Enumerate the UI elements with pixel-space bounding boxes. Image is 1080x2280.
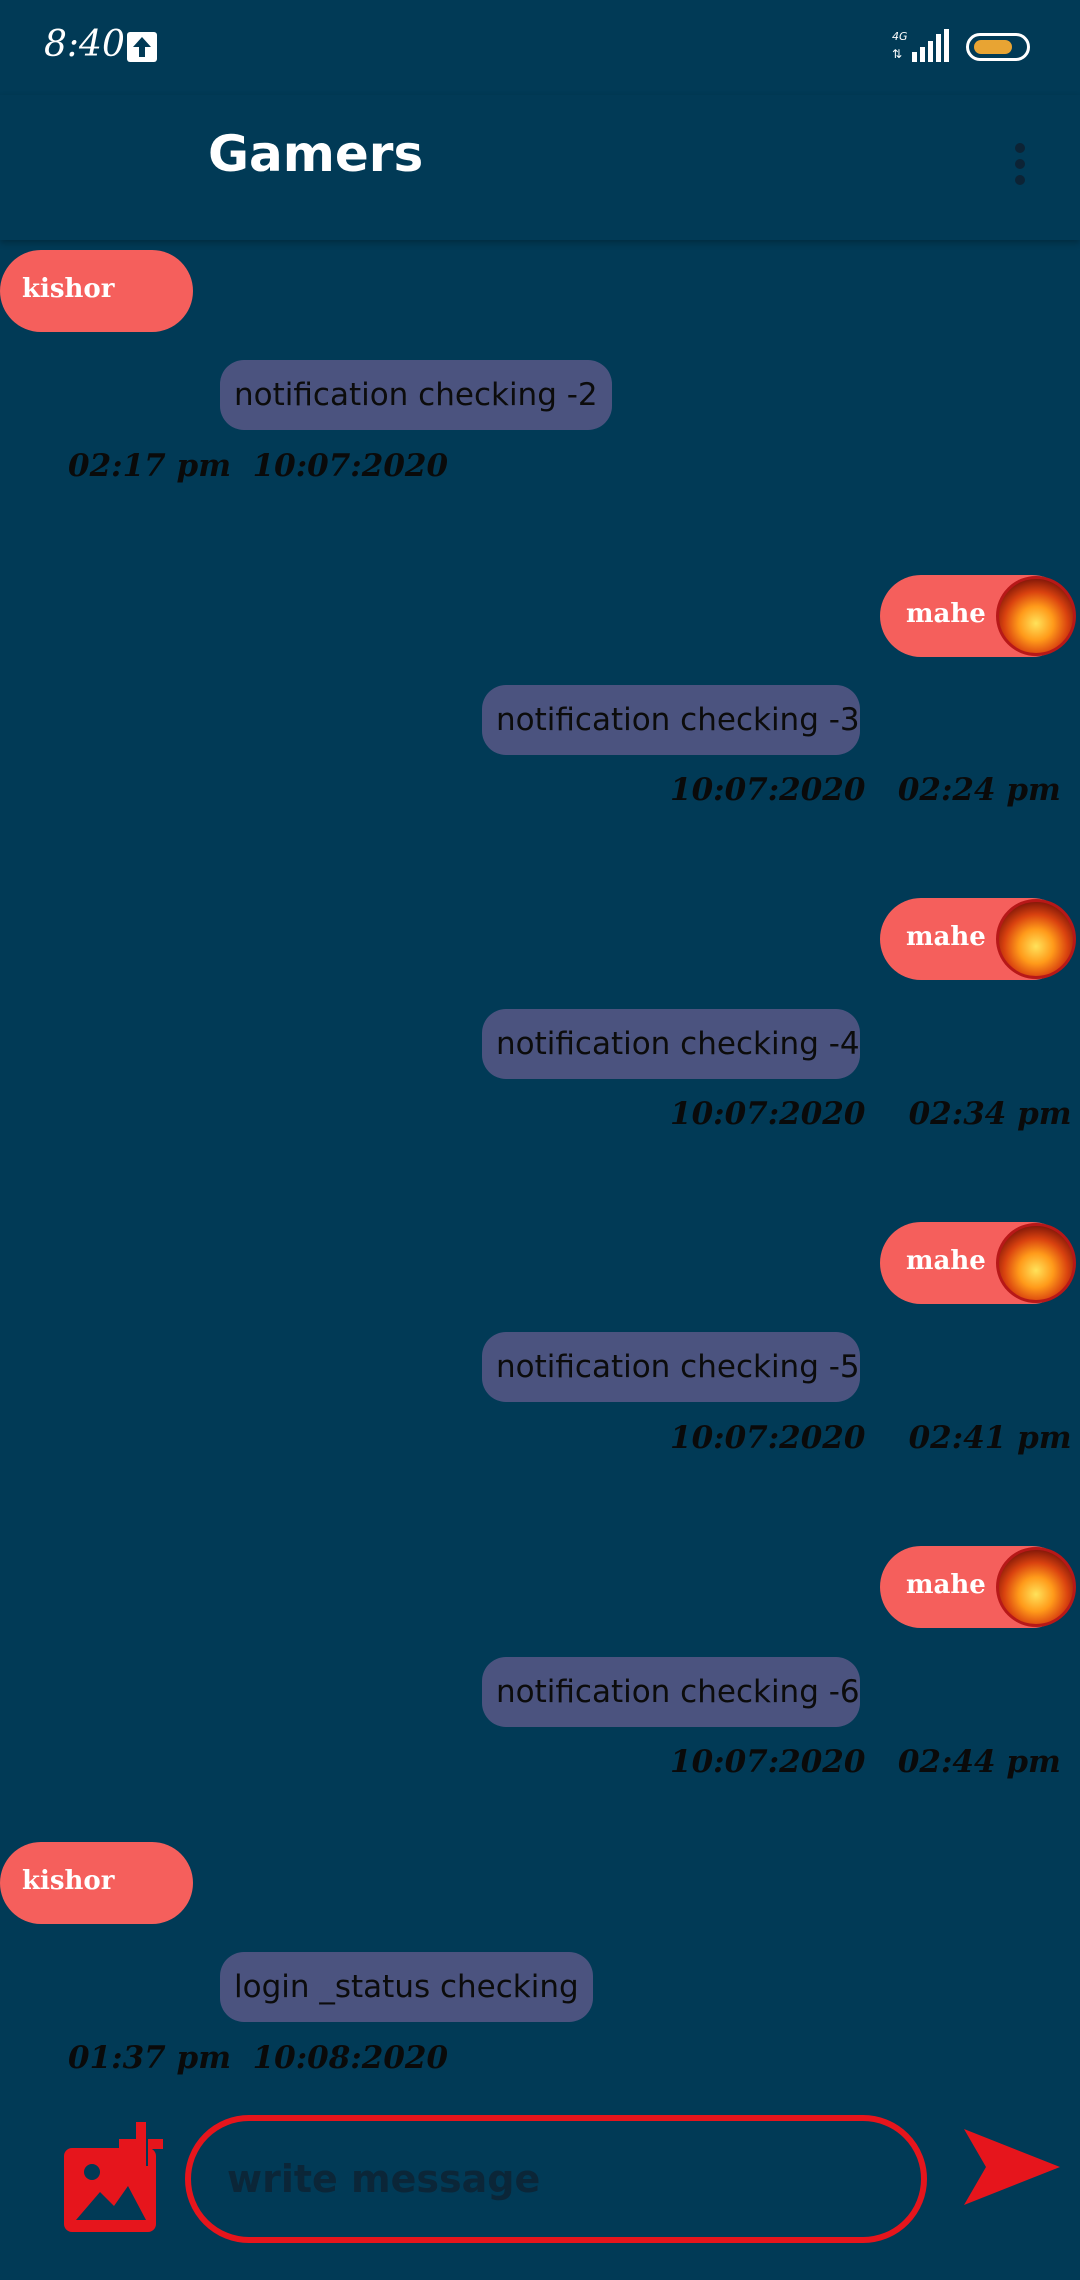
send-icon[interactable]	[962, 2125, 1062, 2210]
sender-name-pill: mahe	[880, 1546, 1076, 1628]
avatar[interactable]	[996, 1547, 1076, 1627]
message-timestamp: 10:07:2020 02:34 pm	[670, 1096, 1072, 1132]
message-bubble[interactable]: notification checking -5	[482, 1332, 860, 1402]
avatar[interactable]	[996, 1223, 1076, 1303]
message-timestamp: 10:07:2020 02:44 pm	[670, 1744, 1061, 1780]
sender-name-pill: kishor	[0, 250, 193, 332]
message-timestamp: 02:17 pm 10:07:2020	[68, 448, 449, 484]
message-bubble[interactable]: notification checking -2	[220, 360, 612, 430]
sender-name: kishor	[22, 1866, 115, 1896]
sender-name: mahe	[906, 1570, 986, 1600]
chat-message-list[interactable]: kishor notification checking -2 02:17 pm…	[0, 0, 1080, 2280]
sender-name-pill: mahe	[880, 575, 1076, 657]
add-image-icon[interactable]	[62, 2120, 174, 2235]
message-timestamp: 10:07:2020 02:24 pm	[670, 772, 1061, 808]
message-bubble[interactable]: notification checking -4	[482, 1009, 860, 1079]
sender-name: mahe	[906, 1246, 986, 1276]
message-bubble[interactable]: login _status checking	[220, 1952, 593, 2022]
message-input[interactable]	[185, 2115, 927, 2243]
sender-name-pill: mahe	[880, 1222, 1076, 1304]
message-timestamp: 10:07:2020 02:41 pm	[670, 1420, 1072, 1456]
message-timestamp: 01:37 pm 10:08:2020	[68, 2040, 449, 2076]
message-composer	[0, 2100, 1080, 2280]
sender-name-pill: kishor	[0, 1842, 193, 1924]
avatar[interactable]	[996, 576, 1076, 656]
sender-name: mahe	[906, 599, 986, 629]
message-bubble[interactable]: notification checking -6	[482, 1657, 860, 1727]
sender-name: mahe	[906, 922, 986, 952]
sender-name: kishor	[22, 274, 115, 304]
message-bubble[interactable]: notification checking -3	[482, 685, 860, 755]
avatar[interactable]	[996, 899, 1076, 979]
sender-name-pill: mahe	[880, 898, 1076, 980]
